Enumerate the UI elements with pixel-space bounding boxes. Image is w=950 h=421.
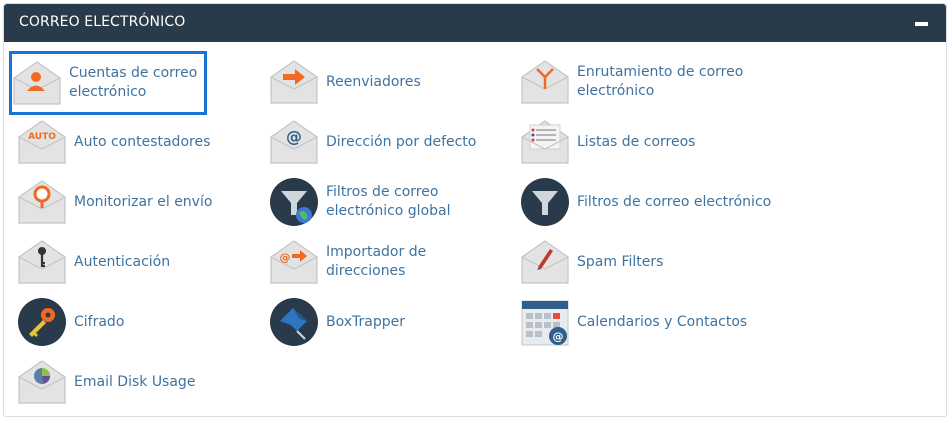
item-label: Spam Filters bbox=[577, 253, 664, 270]
item-label: Cuentas de correo electrónico bbox=[69, 65, 198, 100]
spam-filters-icon bbox=[520, 237, 570, 287]
default-address-icon: @ bbox=[269, 117, 319, 167]
item-label: Filtros de correo electrónico global bbox=[326, 184, 451, 219]
item-label: Enrutamiento de correo electrónico bbox=[577, 64, 744, 99]
mailing-lists-icon bbox=[520, 117, 570, 167]
item-label: Reenviadores bbox=[326, 73, 421, 90]
email-disk-usage-icon bbox=[17, 357, 67, 407]
collapse-icon[interactable] bbox=[915, 22, 928, 26]
item-default-address[interactable]: @ Dirección por defecto bbox=[269, 116, 499, 168]
item-label: Filtros de correo electrónico bbox=[577, 193, 772, 210]
encryption-icon bbox=[17, 297, 67, 347]
svg-text:@: @ bbox=[286, 127, 302, 146]
item-autoresponders[interactable]: AUTO Auto contestadores bbox=[17, 116, 247, 168]
item-label: Auto contestadores bbox=[74, 133, 211, 150]
item-track-delivery[interactable]: Monitorizar el envío bbox=[17, 176, 247, 228]
item-mailing-lists[interactable]: Listas de correos bbox=[520, 116, 750, 168]
item-label: Email Disk Usage bbox=[74, 373, 196, 390]
item-spam-filters[interactable]: Spam Filters bbox=[520, 236, 750, 288]
item-label: Listas de correos bbox=[577, 133, 696, 150]
item-boxtrapper[interactable]: BoxTrapper bbox=[269, 296, 499, 348]
global-email-filters-icon bbox=[269, 177, 319, 227]
item-label: BoxTrapper bbox=[326, 313, 405, 330]
svg-text:@: @ bbox=[280, 251, 291, 264]
item-address-importer[interactable]: @ Importador de direcciones bbox=[269, 236, 509, 288]
address-importer-icon: @ bbox=[269, 237, 319, 287]
item-email-filters[interactable]: Filtros de correo electrónico bbox=[520, 176, 780, 228]
panel-header: CORREO ELECTRÓNICO bbox=[4, 4, 946, 42]
item-encryption[interactable]: Cifrado bbox=[17, 296, 247, 348]
item-label: Dirección por defecto bbox=[326, 133, 477, 150]
svg-text:@: @ bbox=[553, 330, 564, 343]
item-forwarders[interactable]: Reenviadores bbox=[269, 56, 499, 108]
autoresponders-icon: AUTO bbox=[17, 117, 67, 167]
track-delivery-icon bbox=[17, 177, 67, 227]
boxtrapper-icon bbox=[269, 297, 319, 347]
item-label: Cifrado bbox=[74, 313, 125, 330]
authentication-icon bbox=[17, 237, 67, 287]
item-label: Monitorizar el envío bbox=[74, 193, 213, 210]
auto-badge: AUTO bbox=[28, 132, 56, 142]
item-label: Autenticación bbox=[74, 253, 171, 270]
calendars-contacts-icon: @ bbox=[520, 297, 570, 347]
panel-title: CORREO ELECTRÓNICO bbox=[19, 14, 186, 30]
item-calendars-contacts[interactable]: @ Calendarios y Contactos bbox=[520, 296, 760, 348]
forwarders-icon bbox=[269, 57, 319, 107]
item-authentication[interactable]: Autenticación bbox=[17, 236, 247, 288]
email-filters-icon bbox=[520, 177, 570, 227]
item-label: Calendarios y Contactos bbox=[577, 313, 748, 330]
item-global-email-filters[interactable]: Filtros de correo electrónico global bbox=[269, 176, 509, 228]
email-accounts-icon bbox=[12, 58, 62, 108]
email-routing-icon bbox=[520, 57, 570, 107]
item-email-disk-usage[interactable]: Email Disk Usage bbox=[17, 356, 247, 408]
item-email-routing[interactable]: Enrutamiento de correo electrónico bbox=[520, 56, 750, 108]
item-label: Importador de direcciones bbox=[326, 244, 427, 279]
item-email-accounts[interactable]: Cuentas de correo electrónico bbox=[9, 51, 207, 115]
